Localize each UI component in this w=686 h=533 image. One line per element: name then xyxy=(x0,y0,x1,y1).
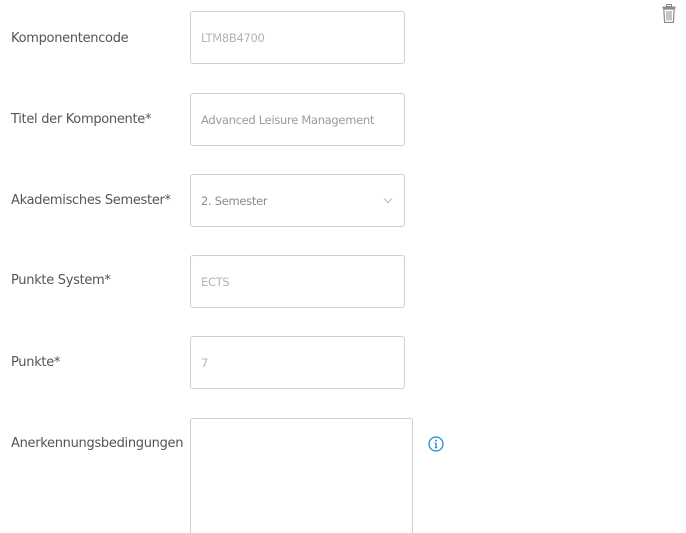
semester-select[interactable]: 2. Semester xyxy=(190,174,405,227)
points-system-label: Punkte System* xyxy=(11,273,111,288)
points-system-value: ECTS xyxy=(201,274,230,289)
component-code-value: LTM8B4700 xyxy=(201,30,265,45)
component-code-field[interactable]: LTM8B4700 xyxy=(190,11,405,64)
component-form: Komponentencode LTM8B4700 Titel der Komp… xyxy=(0,0,686,533)
info-icon[interactable] xyxy=(428,436,444,452)
points-system-field[interactable]: ECTS xyxy=(190,255,405,308)
trash-icon[interactable] xyxy=(662,4,676,23)
points-field[interactable]: 7 xyxy=(190,336,405,389)
chevron-down-icon xyxy=(383,194,393,203)
component-title-label: Titel der Komponente* xyxy=(11,112,152,127)
component-code-label: Komponentencode xyxy=(11,31,129,46)
component-title-value: Advanced Leisure Management xyxy=(201,112,375,127)
points-label: Punkte* xyxy=(11,355,61,370)
recognition-conditions-label: Anerkennungsbedingungen xyxy=(11,436,184,451)
recognition-conditions-textarea[interactable] xyxy=(190,418,413,533)
points-value: 7 xyxy=(201,355,209,370)
semester-label: Akademisches Semester* xyxy=(11,193,171,208)
semester-value: 2. Semester xyxy=(201,193,268,208)
component-title-field[interactable]: Advanced Leisure Management xyxy=(190,93,405,146)
